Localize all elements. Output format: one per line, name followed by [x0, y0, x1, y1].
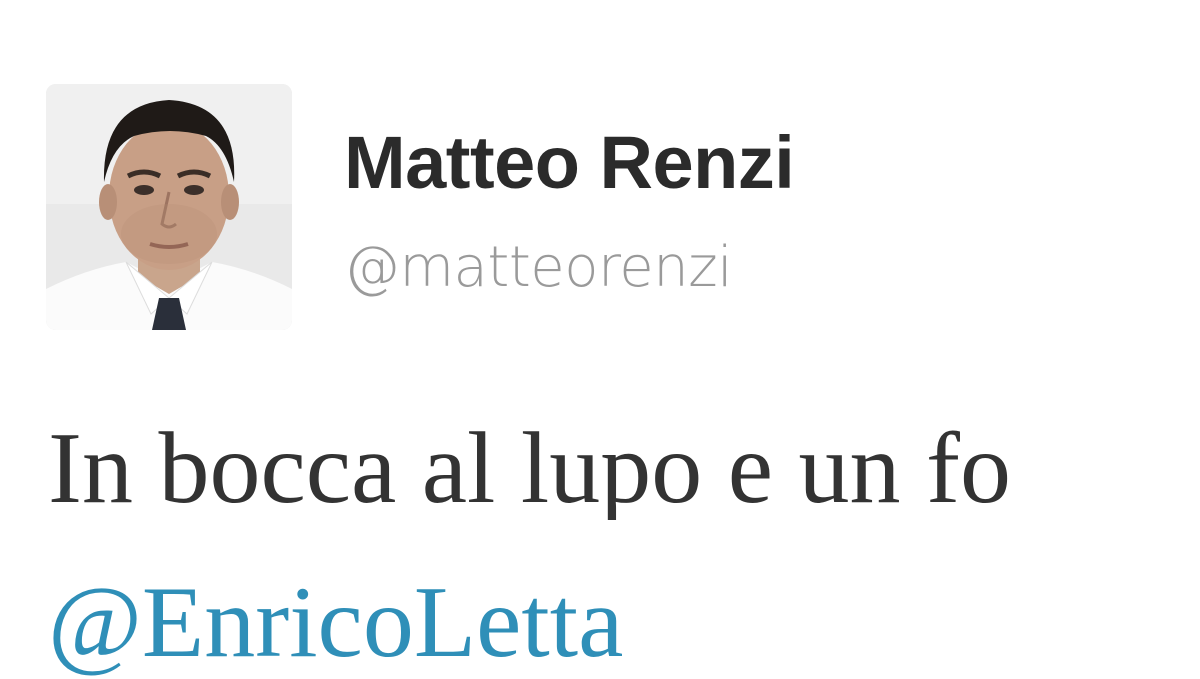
author-display-name[interactable]: Matteo Renzi: [344, 126, 795, 200]
profile-photo-icon: [46, 84, 292, 330]
mention-link[interactable]: @EnricoLetta: [48, 572, 623, 674]
author-handle[interactable]: @matteorenzi: [344, 240, 733, 296]
avatar[interactable]: [46, 84, 292, 330]
tweet-card: Matteo Renzi @matteorenzi In bocca al lu…: [0, 0, 1200, 675]
tweet-text: In bocca al lupo e un fo: [48, 418, 1011, 520]
